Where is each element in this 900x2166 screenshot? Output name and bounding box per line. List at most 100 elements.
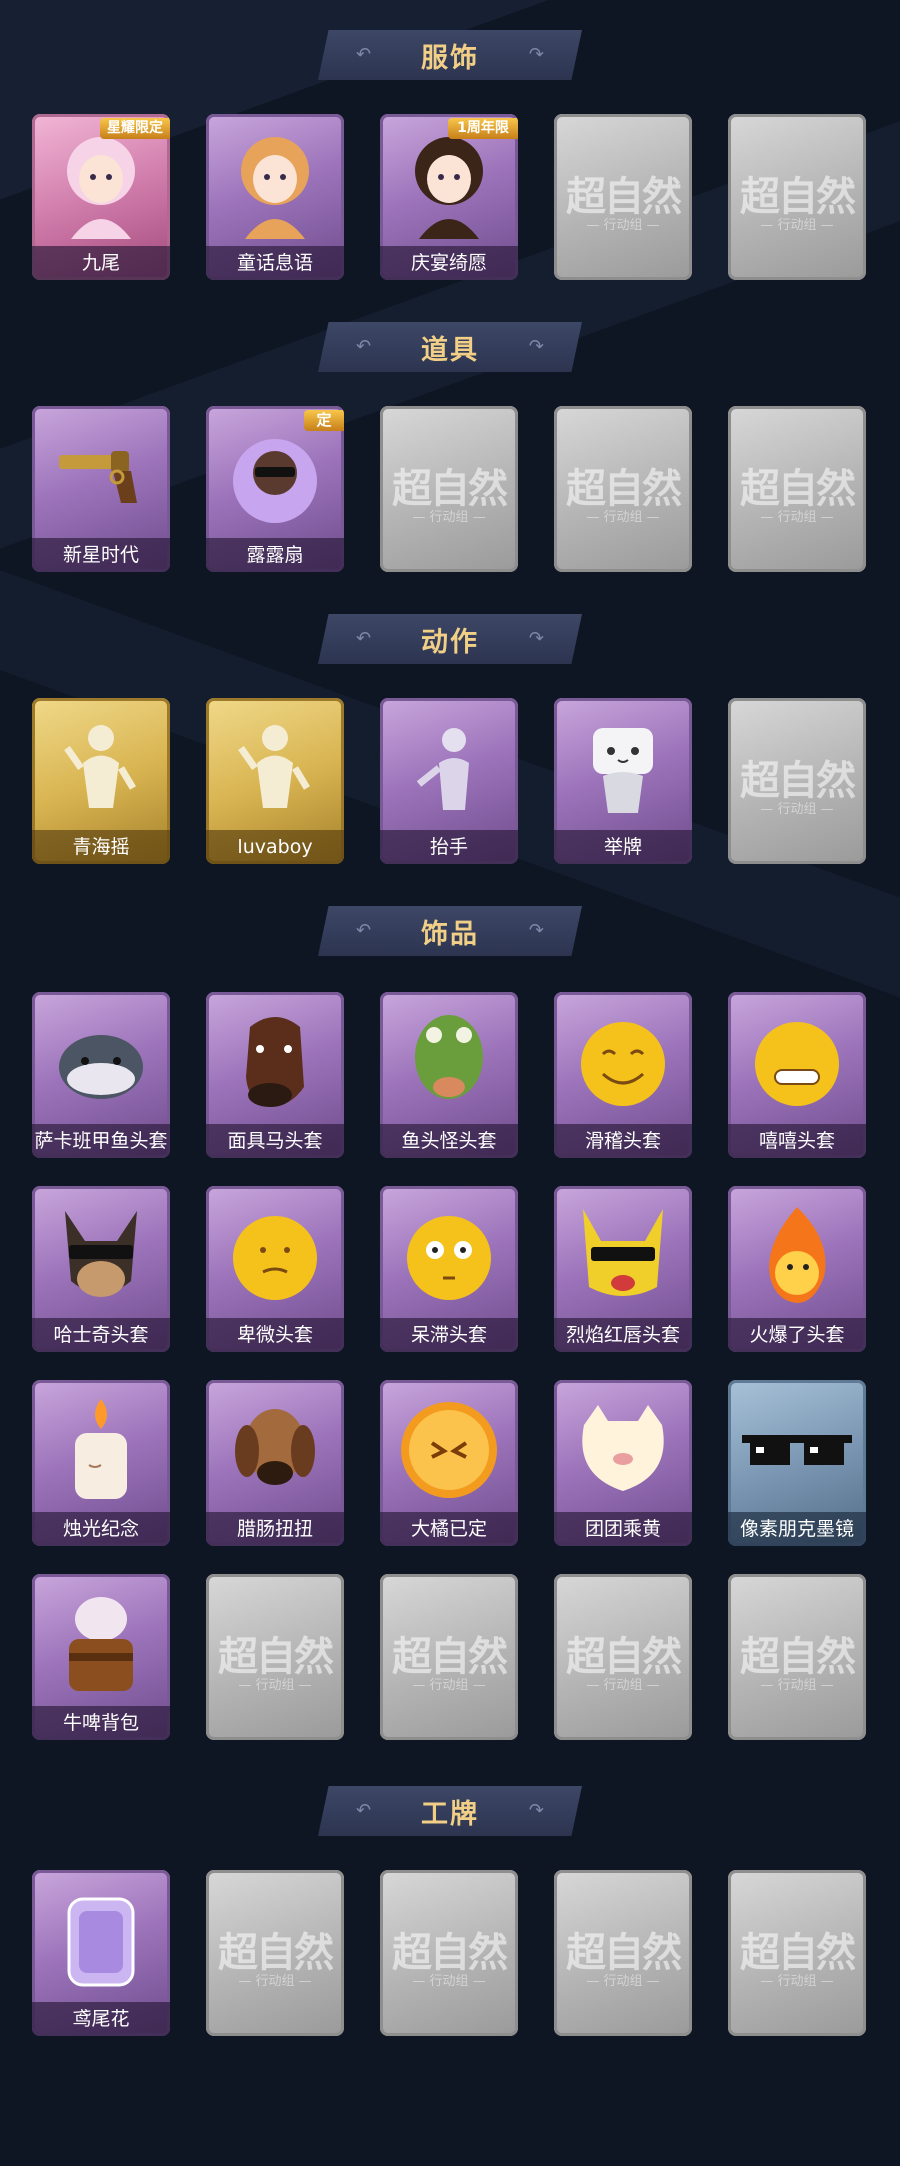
locked-slot-card[interactable]: 超自然 — 行动组 — [206,1870,344,2036]
item-card[interactable]: 星耀限定九尾 [32,114,170,280]
item-card[interactable]: 定露露扇 [206,406,344,572]
item-card[interactable]: 大橘已定 [380,1380,518,1546]
swirl-right-icon: ↷ [528,44,544,65]
raise-hand-icon [394,712,504,824]
dazed-face-icon [394,1200,504,1312]
cat-plush-icon [568,1394,678,1506]
item-card[interactable]: 鸢尾花 [32,1870,170,2036]
item-label: 团团乘黄 [554,1512,692,1546]
item-label: 新星时代 [32,538,170,572]
pikachu-head-icon [568,1200,678,1312]
item-label: 嘻嘻头套 [728,1124,866,1158]
item-label: 呆滞头套 [380,1318,518,1352]
item-label: 滑稽头套 [554,1124,692,1158]
swirl-left-icon: ↶ [356,44,372,65]
section-title: 服饰 [421,42,479,74]
grin-face-icon [742,1006,852,1118]
item-label: 像素朋克墨镜 [728,1512,866,1546]
item-card[interactable]: 抬手 [380,698,518,864]
locked-slot-card[interactable]: 超自然 — 行动组 — [380,1574,518,1740]
section-title: 动作 [421,626,479,658]
fairytale-girl-portrait-icon [220,128,330,240]
limited-ribbon: 星耀限定 [100,118,170,139]
item-card[interactable]: 童话息语 [206,114,344,280]
item-card[interactable]: 面具马头套 [206,992,344,1158]
dachshund-icon [220,1394,330,1506]
placeholder-subtitle: — 行动组 — [238,1974,312,1989]
section-banner: ↶ 工牌 ↷ [318,1786,582,1836]
item-card[interactable]: 举牌 [554,698,692,864]
item-card[interactable]: 像素朋克墨镜 [728,1380,866,1546]
locked-slot-card[interactable]: 超自然 — 行动组 — [554,114,692,280]
item-card[interactable]: 卑微头套 [206,1186,344,1352]
item-card[interactable]: 鱼头怪头套 [380,992,518,1158]
item-card[interactable]: luvaboy [206,698,344,864]
section-banner: ↶ 动作 ↷ [318,614,582,664]
locked-slot-card[interactable]: 超自然 — 行动组 — [554,1870,692,2036]
placeholder-subtitle: — 行动组 — [238,1678,312,1693]
lulu-fan-icon [220,420,330,532]
section-title: 道具 [421,334,479,366]
item-label: 青海摇 [32,830,170,864]
locked-slot-card[interactable]: 超自然 — 行动组 — [728,1574,866,1740]
item-card[interactable]: 滑稽头套 [554,992,692,1158]
locked-slot-card[interactable]: 超自然 — 行动组 — [728,114,866,280]
humble-face-icon [220,1200,330,1312]
limited-ribbon: 1周年限 [448,118,518,139]
item-label: 哈士奇头套 [32,1318,170,1352]
locked-slot-card[interactable]: 超自然 — 行动组 — [554,406,692,572]
nine-tails-portrait-icon [46,128,156,240]
funny-face-icon [568,1006,678,1118]
placeholder-subtitle: — 行动组 — [412,510,486,525]
candle-icon [46,1394,156,1506]
item-label: 九尾 [32,246,170,280]
orange-slice-icon [394,1394,504,1506]
swirl-left-icon: ↶ [356,920,372,941]
item-card[interactable]: 萨卡班甲鱼头套 [32,992,170,1158]
item-label: 面具马头套 [206,1124,344,1158]
locked-slot-card[interactable]: 超自然 — 行动组 — [554,1574,692,1740]
placeholder-subtitle: — 行动组 — [760,1678,834,1693]
dance-figure-icon [220,712,330,824]
item-label: 举牌 [554,830,692,864]
item-label: 火爆了头套 [728,1318,866,1352]
item-label: 萨卡班甲鱼头套 [32,1124,170,1158]
locked-slot-card[interactable]: 超自然 — 行动组 — [728,698,866,864]
placeholder-subtitle: — 行动组 — [760,218,834,233]
item-label: luvaboy [206,830,344,864]
section-banner: ↶ 道具 ↷ [318,322,582,372]
item-label: 鸢尾花 [32,2002,170,2036]
item-card[interactable]: 牛啤背包 [32,1574,170,1740]
item-card[interactable]: 嘻嘻头套 [728,992,866,1158]
item-card[interactable]: 呆滞头套 [380,1186,518,1352]
item-card[interactable]: 青海摇 [32,698,170,864]
hold-sign-icon [568,712,678,824]
item-card[interactable]: 1周年限 庆宴绮愿 [380,114,518,280]
locked-slot-card[interactable]: 超自然 — 行动组 — [206,1574,344,1740]
swirl-right-icon: ↷ [528,920,544,941]
item-card[interactable]: 哈士奇头套 [32,1186,170,1352]
section-title: 饰品 [421,918,479,950]
section-banner: ↶ 服饰 ↷ [318,30,582,80]
locked-slot-card[interactable]: 超自然 — 行动组 — [728,1870,866,2036]
item-label: 童话息语 [206,246,344,280]
placeholder-subtitle: — 行动组 — [586,510,660,525]
item-card[interactable]: 烈焰红唇头套 [554,1186,692,1352]
placeholder-subtitle: — 行动组 — [586,1974,660,1989]
item-label: 抬手 [380,830,518,864]
item-label: 烈焰红唇头套 [554,1318,692,1352]
limited-ribbon: 定 [304,410,344,431]
item-card[interactable]: 腊肠扭扭 [206,1380,344,1546]
item-label: 烛光纪念 [32,1512,170,1546]
placeholder-subtitle: — 行动组 — [760,1974,834,1989]
swirl-right-icon: ↷ [528,628,544,649]
locked-slot-card[interactable]: 超自然 — 行动组 — [728,406,866,572]
item-card[interactable]: 烛光纪念 [32,1380,170,1546]
locked-slot-card[interactable]: 超自然 — 行动组 — [380,406,518,572]
locked-slot-card[interactable]: 超自然 — 行动组 — [380,1870,518,2036]
item-card[interactable]: 新星时代 [32,406,170,572]
item-label: 露露扇 [206,538,344,572]
section-banner: ↶ 饰品 ↷ [318,906,582,956]
item-card[interactable]: 团团乘黄 [554,1380,692,1546]
item-card[interactable]: 火爆了头套 [728,1186,866,1352]
